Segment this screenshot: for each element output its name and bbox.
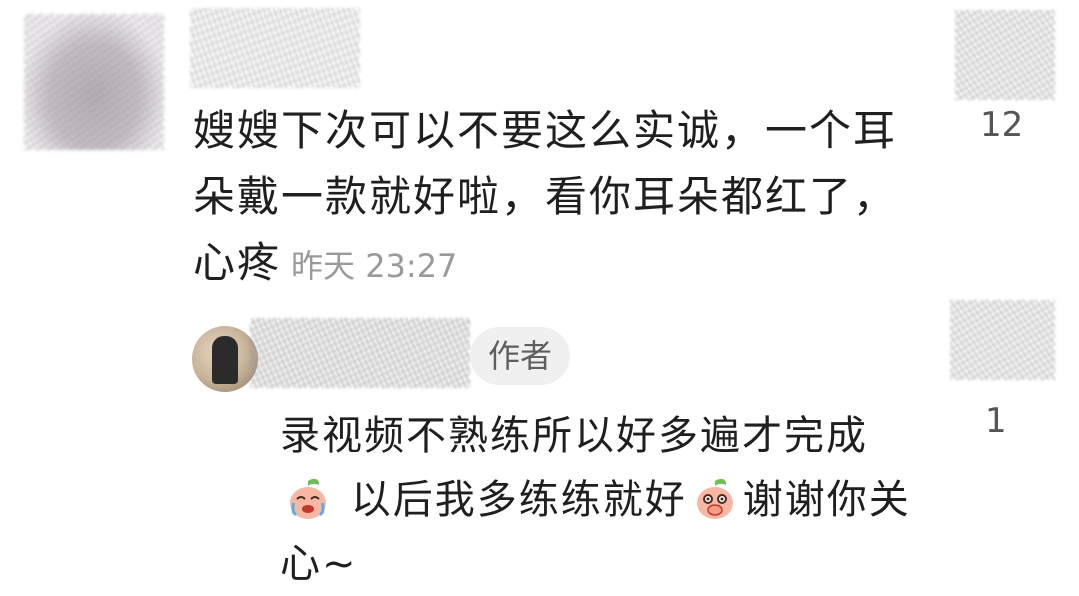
reply-text-part1: 录视频不熟练所以好多遍才完成 — [280, 413, 868, 459]
author-badge: 作者 — [470, 327, 570, 385]
comment-like-count: 12 — [980, 105, 1024, 145]
comment-timestamp: 昨天 23:27 — [291, 247, 458, 285]
commenter-name-blurred[interactable] — [190, 8, 360, 88]
reply-text-part2: 以后我多练练就好 — [336, 477, 687, 523]
covering-mouth-peach-icon — [693, 477, 737, 521]
author-avatar[interactable] — [192, 326, 258, 392]
commenter-avatar-blurred[interactable] — [24, 14, 164, 150]
comment-body[interactable]: 嫂嫂下次可以不要这么实诚，一个耳朵戴一款就好啦，看你耳朵都红了，心疼 昨天 23:… — [193, 98, 933, 299]
author-name-blurred[interactable] — [250, 318, 470, 388]
avatar-figure — [212, 336, 238, 384]
reply-like-count: 1 — [985, 401, 1007, 441]
crying-laughing-peach-icon — [286, 477, 330, 521]
reply-body[interactable]: 录视频不熟练所以好多遍才完成 以后我多练练就好 谢谢你关心~ — [280, 404, 920, 596]
reply-like-icon-blurred[interactable] — [950, 300, 1055, 380]
like-icon-blurred[interactable] — [955, 10, 1055, 100]
